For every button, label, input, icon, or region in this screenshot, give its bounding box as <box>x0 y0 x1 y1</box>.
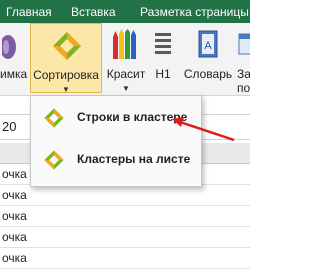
dictionary-button[interactable]: A Словарь <box>180 23 236 93</box>
heading-button-label: H1 <box>155 67 171 81</box>
name-box-value: 20 <box>2 119 17 134</box>
menu-item-rows-in-cluster[interactable]: Строки в кластере <box>35 102 197 132</box>
ribbon-button-label: имка <box>0 67 28 81</box>
chevron-down-icon: ▼ <box>62 85 70 94</box>
heading-icon <box>155 33 171 54</box>
ribbon-button-partial-right[interactable]: За по <box>236 23 250 93</box>
dictionary-icon: A <box>198 30 218 58</box>
table-row[interactable]: очка <box>0 206 250 227</box>
paint-icon <box>2 35 16 59</box>
pencils-icon <box>113 29 136 59</box>
menu-item-clusters-on-sheet[interactable]: Кластеры на листе <box>35 144 197 174</box>
color-button[interactable]: Красит ▼ <box>104 23 148 93</box>
tab-insert[interactable]: Вставка <box>71 5 116 19</box>
chevron-down-icon: ▼ <box>122 84 130 93</box>
sort-button-label: Сортировка <box>33 68 99 82</box>
svg-text:A: A <box>204 40 212 52</box>
tab-home[interactable]: Главная <box>6 5 52 19</box>
color-button-label: Красит <box>106 67 146 81</box>
menu-item-label: Кластеры на листе <box>77 152 191 166</box>
dictionary-button-label: Словарь <box>183 67 233 81</box>
ribbon-tab-bar: Главная Вставка Разметка страницы <box>0 0 250 23</box>
window-icon <box>238 33 250 55</box>
ribbon-button-label: За <box>237 67 250 81</box>
table-row[interactable]: очка <box>0 248 250 269</box>
sort-button[interactable]: Сортировка ▼ <box>30 23 102 94</box>
ribbon-button-partial[interactable]: имка <box>0 23 28 93</box>
table-row[interactable]: очка <box>0 227 250 248</box>
table-row[interactable]: очка <box>0 185 250 206</box>
menu-item-label: Строки в кластере <box>77 110 188 124</box>
heading-button[interactable]: H1 <box>148 23 178 93</box>
sort-diamond-icon <box>44 150 64 170</box>
sort-diamond-icon <box>44 108 64 128</box>
tab-page-layout[interactable]: Разметка страницы <box>140 5 249 19</box>
sort-diamond-icon <box>53 32 81 60</box>
sort-dropdown-menu: Строки в кластере Кластеры на листе <box>30 95 202 187</box>
ribbon-button-label-line2: по <box>237 81 250 93</box>
ribbon: имка Сортировка ▼ Красит ▼ H1 A Словарь … <box>0 23 250 96</box>
